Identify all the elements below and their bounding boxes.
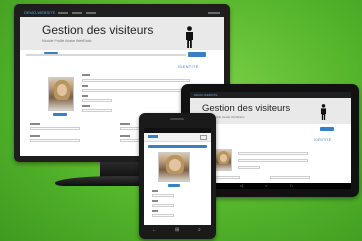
page-header: Gestion des visiteurs Module Profile Ava… [20, 17, 224, 50]
text-field[interactable] [238, 166, 260, 169]
avatar-photo [48, 77, 74, 111]
text-field[interactable] [152, 204, 174, 207]
nav-item[interactable] [72, 12, 82, 14]
back-icon[interactable]: ← [152, 228, 157, 233]
toolbar-link[interactable] [44, 52, 58, 54]
field-label [82, 74, 90, 76]
field-label [152, 200, 158, 202]
section-title: IDENTITÉ [178, 64, 199, 69]
text-field[interactable] [238, 152, 308, 155]
phone-screen [144, 128, 211, 225]
nav-item[interactable] [86, 12, 96, 14]
field-label [152, 210, 158, 212]
text-field[interactable] [152, 214, 174, 217]
text-field[interactable] [82, 99, 112, 102]
brand-link[interactable] [148, 135, 158, 138]
brand-link[interactable]: DEMO-WEBSITE [24, 10, 55, 16]
change-photo-button[interactable] [168, 184, 180, 187]
change-photo-button[interactable] [53, 113, 67, 116]
field-label [82, 95, 88, 97]
text-field[interactable] [238, 159, 308, 162]
avatar-photo [214, 149, 232, 171]
field-label [120, 123, 130, 125]
field-label [82, 105, 90, 107]
text-field[interactable] [30, 127, 80, 130]
toolbar-divider [26, 54, 186, 56]
phone-navigation-bar: ← ⊞ ⌕ [144, 227, 211, 234]
field-label [120, 135, 130, 137]
navbar: DEMO-WEBSITE [20, 9, 224, 17]
field-label [82, 85, 88, 87]
save-button[interactable] [320, 127, 334, 131]
page-title: Gestion des visiteurs [42, 23, 154, 37]
windows-start-icon[interactable]: ⊞ [175, 228, 179, 233]
page-subtitle: Module Profile Avatar WebRatio [42, 39, 92, 43]
home-icon[interactable]: ○ [265, 184, 267, 188]
save-button[interactable] [188, 52, 206, 57]
person-silhouette-icon [186, 26, 193, 48]
field-label [30, 123, 40, 125]
phone-header [144, 133, 211, 142]
section-title: IDENTITÉ [314, 138, 332, 142]
save-button[interactable] [148, 145, 207, 148]
recent-apps-icon[interactable]: □ [290, 184, 292, 188]
text-field[interactable] [152, 194, 174, 197]
menu-toggle-icon[interactable] [200, 135, 207, 140]
page-title: Gestion des visiteurs [202, 103, 291, 114]
text-field[interactable] [82, 109, 112, 112]
text-field[interactable] [82, 89, 190, 92]
search-icon[interactable]: ⌕ [198, 228, 201, 233]
phone-speaker [170, 118, 184, 120]
text-field[interactable] [82, 79, 190, 82]
nav-user-menu[interactable] [208, 12, 220, 14]
text-field[interactable] [30, 139, 80, 142]
back-icon[interactable]: ◁ [240, 184, 243, 188]
nav-item[interactable] [58, 12, 68, 14]
person-silhouette-icon [320, 104, 327, 120]
text-field[interactable] [270, 176, 310, 179]
field-label [152, 190, 158, 192]
field-label [30, 135, 40, 137]
avatar-photo [158, 152, 190, 182]
